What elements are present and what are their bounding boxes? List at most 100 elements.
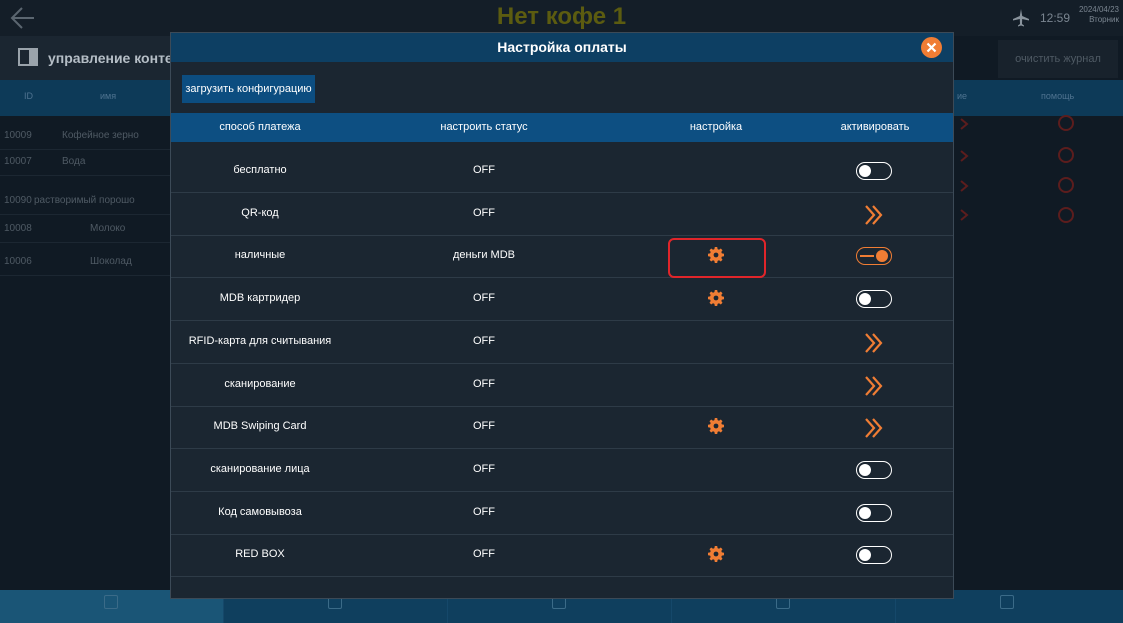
gear-icon[interactable] [708,247,724,263]
nav-tab-icon [104,595,118,609]
date-block: 2024/04/23 Вторник [1073,5,1119,25]
payment-method-row: наличные деньги MDB [171,235,953,278]
date: 2024/04/23 [1078,5,1119,14]
sidebar-title: управление конте [48,50,173,66]
background-row: 10009 Кофейное зерно [0,124,170,150]
payment-method-label: сканирование лица [210,463,310,475]
payment-status-label: OFF [473,335,495,347]
row-id: 10008 [4,223,32,234]
payment-method-label: Код самовывоза [218,506,302,518]
gear-icon[interactable] [708,290,724,306]
row-id: 10009 [4,130,32,141]
gear-icon[interactable] [708,418,724,434]
double-chevron-right-icon[interactable] [863,417,885,439]
row-id: 10090 [4,195,32,206]
payment-method-row: сканирование OFF [171,364,953,407]
status-mark-icon [960,209,969,221]
toggle-knob [859,506,871,519]
activate-toggle[interactable] [856,247,892,265]
payment-method-row: сканирование лица OFF [171,449,953,492]
background-row: 10008 Молоко [0,217,170,243]
help-icon[interactable] [1057,206,1075,224]
status-mark-icon [960,118,969,130]
payment-status-label: деньги MDB [453,249,515,261]
payment-method-row: MDB картридер OFF [171,278,953,321]
sidebar-header: управление конте [0,36,173,80]
row-name: Вода [62,156,86,167]
payment-status-label: OFF [473,506,495,518]
toggle-knob [876,249,888,262]
close-button[interactable] [921,37,942,58]
toggle-knob [859,463,871,476]
weekday: Вторник [1089,15,1119,24]
row-name: Молоко [90,223,126,234]
col-method: способ платежа [219,121,301,133]
payment-method-row: QR-код OFF [171,193,953,236]
payment-status-label: OFF [473,548,495,560]
nav-tab-icon [1000,595,1014,609]
col-help: помощь [1041,91,1075,101]
double-chevron-right-icon[interactable] [863,332,885,354]
double-chevron-right-icon[interactable] [863,375,885,397]
help-icon[interactable] [1057,176,1075,194]
dialog-header: Настройка оплаты [171,33,953,62]
row-name: растворимый порошо [34,195,135,206]
app-title: Нет кофе 1 [496,3,627,30]
clock: 12:59 [1040,11,1071,25]
background-row: 10007 Вода [0,150,170,176]
background-row: 10006 Шоколад [0,250,170,276]
col-id: ID [24,91,33,101]
col-partial: ие [957,91,968,101]
payment-method-row: RFID-карта для считывания OFF [171,321,953,364]
top-bar: Нет кофе 1 12:59 2024/04/23 Вторник [0,0,1123,36]
col-status: настроить статус [440,121,528,133]
activate-toggle[interactable] [856,546,892,564]
status-mark-icon [960,150,969,162]
col-activate: активировать [840,121,910,133]
payment-method-label: MDB Swiping Card [213,420,307,432]
dialog-title: Настройка оплаты [497,39,627,55]
help-icon[interactable] [1057,146,1075,164]
payment-status-label: OFF [473,378,495,390]
payment-method-row: MDB Swiping Card OFF [171,406,953,449]
payment-method-label: наличные [234,249,286,261]
help-icon[interactable] [1057,114,1075,132]
load-configuration-button[interactable]: загрузить конфигурацию [182,75,315,103]
airplane-icon [1013,9,1029,27]
payment-status-label: OFF [473,420,495,432]
payment-method-label: QR-код [241,207,279,219]
payment-method-label: MDB картридер [219,292,301,304]
payment-status-label: OFF [473,207,495,219]
toggle-knob [859,548,871,561]
col-name: имя [100,91,117,101]
gear-icon[interactable] [708,546,724,562]
toggle-knob [859,292,871,305]
activate-toggle[interactable] [856,162,892,180]
row-id: 10006 [4,256,32,267]
clear-log-button[interactable]: очистить журнал [998,40,1118,78]
row-name: Шоколад [90,256,132,267]
payment-method-row: бесплатно OFF [171,150,953,193]
payment-method-label: сканирование [224,378,296,390]
status-mark-icon [960,180,969,192]
payment-method-row: Код самовывоза OFF [171,492,953,535]
payment-method-label: RED BOX [235,548,285,560]
double-chevron-right-icon[interactable] [863,204,885,226]
payment-status-label: OFF [473,292,495,304]
payment-status-label: OFF [473,164,495,176]
col-settings: настройка [689,121,743,133]
book-icon [18,48,38,66]
payment-method-label: бесплатно [233,164,287,176]
payment-method-label: RFID-карта для считывания [188,335,332,347]
background-row: 10090 растворимый порошо [0,189,170,215]
payment-settings-dialog: Настройка оплаты загрузить конфигурацию … [170,32,954,599]
payment-status-label: OFF [473,463,495,475]
activate-toggle[interactable] [856,504,892,522]
payment-table-header: способ платежа настроить статус настройк… [171,113,953,142]
close-icon [926,42,937,53]
activate-toggle[interactable] [856,290,892,308]
row-id: 10007 [4,156,32,167]
activate-toggle[interactable] [856,461,892,479]
payment-method-row: RED BOX OFF [171,534,953,577]
row-name: Кофейное зерно [62,130,139,141]
